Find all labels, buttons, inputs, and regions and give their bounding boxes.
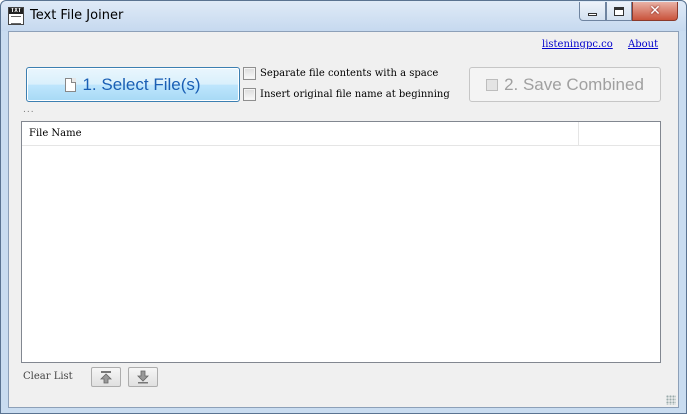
- move-top-icon: [100, 371, 112, 384]
- app-window: Text File Joiner ✕ listeningpc.co About …: [0, 0, 687, 414]
- maximize-button[interactable]: [606, 2, 632, 21]
- move-down-icon: [137, 370, 149, 384]
- main-panel: listeningpc.co About 1. Select File(s) S…: [8, 31, 679, 408]
- title-bar[interactable]: Text File Joiner ✕: [1, 1, 686, 31]
- close-icon: ✕: [649, 3, 661, 19]
- save-combined-button[interactable]: 2. Save Combined: [469, 67, 661, 102]
- status-text: ...: [23, 105, 35, 115]
- select-files-button[interactable]: 1. Select File(s): [26, 67, 240, 102]
- resize-grip[interactable]: [666, 395, 676, 405]
- column-header-extra[interactable]: [579, 122, 660, 146]
- window-title: Text File Joiner: [30, 8, 124, 23]
- insert-filename-checkbox[interactable]: [243, 88, 256, 101]
- close-button[interactable]: ✕: [632, 2, 678, 21]
- file-list-header: File Name: [22, 122, 660, 146]
- save-combined-label: 2. Save Combined: [504, 74, 644, 94]
- website-link[interactable]: listeningpc.co: [542, 39, 613, 50]
- about-link[interactable]: About: [628, 39, 658, 50]
- document-icon: [65, 77, 77, 92]
- minimize-icon: [588, 12, 597, 16]
- insert-filename-label: Insert original file name at beginning: [260, 89, 450, 100]
- column-header-file-name[interactable]: File Name: [22, 122, 579, 146]
- txt-file-icon: [8, 7, 24, 25]
- move-top-button[interactable]: [91, 367, 121, 387]
- separate-contents-label: Separate file contents with a space: [260, 68, 439, 79]
- move-down-button[interactable]: [128, 367, 158, 387]
- file-list[interactable]: File Name: [21, 121, 661, 363]
- separate-contents-checkbox[interactable]: [243, 67, 256, 80]
- save-icon: [486, 78, 499, 91]
- insert-filename-option[interactable]: Insert original file name at beginning: [243, 88, 450, 101]
- select-files-label: 1. Select File(s): [82, 74, 201, 94]
- separate-contents-option[interactable]: Separate file contents with a space: [243, 67, 438, 80]
- clear-list-button[interactable]: Clear List: [23, 371, 73, 382]
- minimize-button[interactable]: [579, 2, 606, 21]
- maximize-icon: [614, 6, 624, 16]
